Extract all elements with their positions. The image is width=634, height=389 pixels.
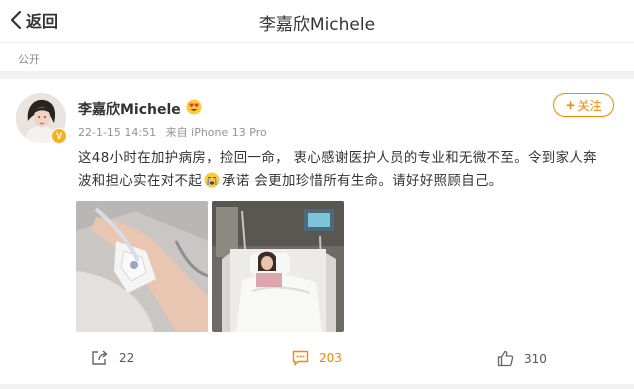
post-source: 来自 iPhone 13 Pro (165, 126, 267, 139)
visibility-label: 公开 (18, 53, 40, 66)
comment-icon (292, 350, 309, 366)
comment-button[interactable]: 203 (292, 350, 342, 366)
post-image-2[interactable] (212, 201, 344, 332)
bottom-gap (0, 384, 634, 389)
share-icon (92, 350, 108, 365)
post-image-1[interactable] (76, 201, 208, 332)
post-meta: 22-1-15 14:51 来自 iPhone 13 Pro (78, 124, 273, 140)
page-title: 李嘉欣Michele (258, 15, 376, 35)
post-text: 这48小时在加护病房，捡回一命， 衷心感谢医护人员的专业和无微不至。令到家人奔波… (78, 147, 608, 196)
top-bar: 返回 李嘉欣Michele (0, 0, 634, 42)
author-name[interactable]: 李嘉欣Michele (78, 99, 181, 119)
plus-icon: + (565, 98, 576, 112)
crying-emoji-icon (204, 172, 220, 196)
like-button[interactable]: 310 (497, 350, 547, 367)
section-gap (0, 71, 634, 79)
verified-badge: V (51, 128, 67, 144)
thumbs-up-icon (497, 350, 514, 367)
header-divider (0, 42, 634, 43)
post-date: 22-1-15 14:51 (78, 126, 157, 139)
heart-eyes-emoji-icon (186, 99, 202, 119)
share-count: 22 (119, 351, 135, 365)
follow-button[interactable]: + 关注 (553, 93, 614, 117)
follow-label: 关注 (577, 98, 602, 113)
post-text-part2: 承诺 会更加珍惜所有生命。请好好照顾自己。 (222, 174, 503, 189)
share-button[interactable]: 22 (91, 350, 134, 366)
author-row: 李嘉欣Michele (78, 99, 202, 119)
comment-count: 203 (319, 351, 342, 365)
author-avatar[interactable]: V (16, 93, 67, 144)
like-count: 310 (524, 351, 547, 366)
